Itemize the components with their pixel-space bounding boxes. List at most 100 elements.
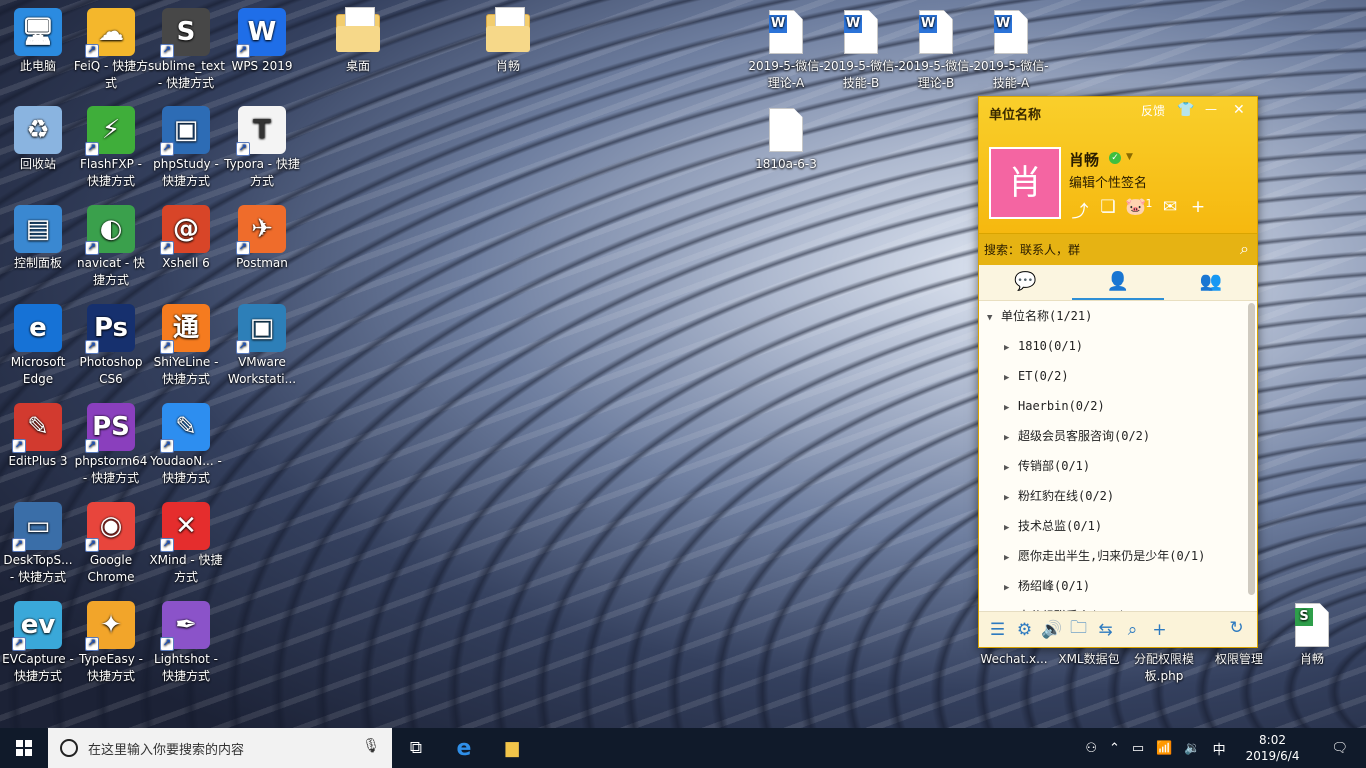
desktop-shortcut[interactable]: ▤ 控制面板 — [0, 205, 76, 272]
desktop-file-label: 1810a-6-3 — [755, 157, 817, 171]
taskbar-search[interactable]: 在这里输入你要搜索的内容 🎙 — [48, 728, 392, 768]
gear-icon[interactable]: ⚙ — [1014, 620, 1035, 640]
volume-icon[interactable]: 🔉 — [1178, 741, 1206, 756]
collapsed-caret-icon: ▶ — [1004, 343, 1010, 353]
mail-icon[interactable]: ✉ — [1159, 197, 1181, 222]
collapsed-caret-icon: ▶ — [1004, 433, 1010, 443]
desktop-shortcut[interactable]: ▣ ↗ VMware Workstati... — [224, 304, 300, 388]
desktop-shortcut[interactable]: ☁ ↗ FeiQ - 快捷方式 — [73, 8, 149, 92]
wifi-icon[interactable]: 📶 — [1150, 741, 1178, 756]
contact-search[interactable]: 搜索：联系人，群 ⌕ — [979, 233, 1257, 265]
explorer-taskbar-icon[interactable]: ▆ — [488, 728, 536, 768]
contact-group-row[interactable]: ▶ Haerbin(0/2) — [979, 391, 1257, 421]
share-icon[interactable]: ⤴ — [1069, 197, 1091, 222]
tab-groups[interactable]: 👥 — [1164, 265, 1257, 300]
app-plus-icon[interactable]: + — [1149, 620, 1170, 640]
desktop-file[interactable]: W 2019-5-微信-理论-A — [748, 8, 824, 92]
skin-icon[interactable]: 👕 — [1177, 102, 1194, 118]
add-contact-icon[interactable]: ⇆ — [1095, 620, 1116, 640]
desktop-shortcut[interactable]: ✎ ↗ YoudaoN... - 快捷方式 — [148, 403, 224, 487]
lightshot-icon: ✒ ↗ — [160, 601, 210, 651]
clock[interactable]: 8:02 2019/6/4 — [1232, 732, 1314, 764]
im-client-window[interactable]: 单位名称 反馈 👕 — ✕ 肖 肖畅 ✓ ▼ 编辑个性签名 ⤴ ❏ 🐷 1 ✉ … — [978, 96, 1258, 648]
chat-bubbles-icon[interactable]: ❏ — [1097, 197, 1119, 222]
contact-group-row[interactable]: ▶ 技术总监(0/1) — [979, 511, 1257, 541]
vmware-icon: ▣ ↗ — [236, 304, 286, 354]
feedback-link[interactable]: 反馈 — [1141, 102, 1165, 119]
desktop-file[interactable]: 1810a-6-3 — [748, 106, 824, 173]
start-button[interactable] — [0, 728, 48, 768]
desktop-shortcut[interactable]: ✦ ↗ TypeEasy - 快捷方式 — [73, 601, 149, 685]
desktop-share-icon: ▭ ↗ — [12, 502, 62, 552]
desktop-shortcut[interactable]: ev ↗ EVCapture - 快捷方式 — [0, 601, 76, 685]
contact-group-row[interactable]: ▶ 愿你走出半生,归来仍是少年(0/1) — [979, 541, 1257, 571]
pet-icon[interactable]: 🐷 — [1125, 197, 1147, 222]
desktop-shortcut[interactable]: @ ↗ Xshell 6 — [148, 205, 224, 272]
add-icon[interactable]: + — [1187, 197, 1209, 222]
desktop-shortcut[interactable]: ✈ ↗ Postman — [224, 205, 300, 272]
desktop-file[interactable]: S 肖畅 — [1274, 601, 1350, 668]
desktop-shortcut-label: phpstorm64 - 快捷方式 — [74, 454, 148, 485]
minimize-icon[interactable]: — — [1205, 102, 1217, 116]
desktop-shortcut[interactable]: W ↗ WPS 2019 — [224, 8, 300, 75]
desktop-shortcut[interactable]: ⚡ ↗ FlashFXP - 快捷方式 — [73, 106, 149, 190]
desktop-shortcut[interactable]: 通 ↗ ShiYeLine - 快捷方式 — [148, 304, 224, 388]
file-type-badge: W — [919, 15, 937, 33]
microphone-icon[interactable]: 🎙 — [362, 738, 380, 754]
avatar[interactable]: 肖 — [989, 147, 1061, 219]
shortcut-arrow-icon: ↗ — [160, 637, 174, 651]
action-center-icon[interactable]: 🗨 — [1313, 741, 1366, 756]
tab-conversations[interactable]: 💬 — [979, 265, 1072, 300]
edge-taskbar-icon[interactable]: e — [440, 728, 488, 768]
main-menu-icon[interactable]: ☰ — [987, 620, 1008, 640]
online-status-icon[interactable]: ✓ — [1109, 152, 1121, 164]
file-manager-icon[interactable]: 🗀 — [1068, 615, 1089, 644]
contact-group-row[interactable]: ▶ 杨绍峰(0/1) — [979, 571, 1257, 601]
find-icon[interactable]: ⌕ — [1122, 620, 1143, 640]
search-input[interactable]: 搜索：联系人，群 — [984, 241, 1080, 258]
desktop-shortcut[interactable]: ▭ ↗ DeskTopS... - 快捷方式 — [0, 502, 76, 586]
show-hidden-icons[interactable]: ⌃ — [1103, 741, 1126, 756]
cortana-icon — [60, 739, 78, 757]
desktop-file[interactable]: W 2019-5-微信-技能-B — [823, 8, 899, 92]
desktop-shortcut[interactable]: ◉ ↗ Google Chrome — [73, 502, 149, 586]
desktop-shortcut[interactable]: 肖畅 — [470, 7, 546, 75]
contact-group-row[interactable]: ▶ 超级会员客服咨询(0/2) — [979, 421, 1257, 451]
desktop-shortcut[interactable]: ✎ ↗ EditPlus 3 — [0, 403, 76, 470]
people-icon[interactable]: ⚇ — [1079, 741, 1103, 756]
desktop-shortcut[interactable]: Ps ↗ Photoshop CS6 — [73, 304, 149, 388]
ime-indicator[interactable]: 中 — [1207, 739, 1232, 758]
task-view-button[interactable]: ⧉ — [392, 728, 440, 768]
close-icon[interactable]: ✕ — [1233, 102, 1245, 118]
desktop-file[interactable]: W 2019-5-微信-理论-B — [898, 8, 974, 92]
desktop-shortcut[interactable]: ♻ 回收站 — [0, 106, 76, 173]
contact-group-row[interactable]: ▶未分组联系人(1/9) — [979, 601, 1257, 611]
contact-group-row[interactable]: ▶ 1810(0/1) — [979, 331, 1257, 361]
sound-icon[interactable]: 🔊 — [1041, 620, 1062, 640]
contact-group-row[interactable]: ▶ 传销部(0/1) — [979, 451, 1257, 481]
desktop-shortcut[interactable]: ✒ ↗ Lightshot - 快捷方式 — [148, 601, 224, 685]
desktop-shortcut[interactable]: T ↗ Typora - 快捷方式 — [224, 106, 300, 190]
desktop-shortcut[interactable]: ▣ ↗ phpStudy - 快捷方式 — [148, 106, 224, 190]
signature-field[interactable]: 编辑个性签名 — [1069, 172, 1147, 191]
contact-group-row[interactable]: ▶ 粉红豹在线(0/2) — [979, 481, 1257, 511]
refresh-icon[interactable]: ↻ — [1226, 618, 1247, 638]
contact-group-row[interactable]: ▶ ET(0/2) — [979, 361, 1257, 391]
desktop-shortcut[interactable]: 🖥 此电脑 — [0, 8, 76, 75]
desktop-shortcut[interactable]: PS ↗ phpstorm64 - 快捷方式 — [73, 403, 149, 487]
battery-icon[interactable]: ▭ — [1126, 741, 1150, 756]
desktop-shortcut[interactable]: ◐ ↗ navicat - 快捷方式 — [73, 205, 149, 289]
contact-tree: ▼ 单位名称(1/21) ▶ 1810(0/1) ▶ ET(0/2) ▶ Haerbin(0… — [979, 301, 1257, 611]
search-icon[interactable]: ⌕ — [1240, 239, 1249, 259]
tab-contacts[interactable]: 👤 — [1071, 265, 1165, 300]
desktop-shortcut[interactable]: ✕ ↗ XMind - 快捷方式 — [148, 502, 224, 586]
desktop-file[interactable]: W 2019-5-微信-技能-A — [973, 8, 1049, 92]
desktop-shortcut-label: WPS 2019 — [231, 59, 293, 73]
group-root[interactable]: ▼ 单位名称(1/21) — [979, 301, 1257, 331]
desktop-shortcut[interactable]: S ↗ sublime_text - 快捷方式 — [148, 8, 225, 92]
desktop-shortcut[interactable]: e Microsoft Edge — [0, 304, 76, 388]
search-input[interactable]: 在这里输入你要搜索的内容 — [88, 739, 244, 758]
chevron-down-icon[interactable]: ▼ — [1126, 152, 1133, 162]
desktop-shortcut[interactable]: 桌面 — [320, 7, 396, 75]
scrollbar[interactable] — [1248, 303, 1255, 595]
